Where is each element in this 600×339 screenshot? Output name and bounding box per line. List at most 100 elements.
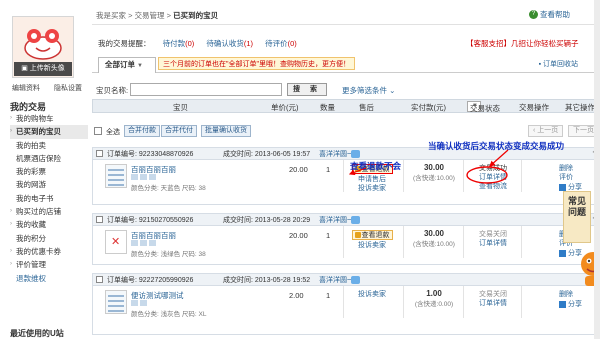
- order-checkbox[interactable]: [96, 276, 103, 283]
- after-sale-cell: 查看退款 投诉卖家: [346, 230, 398, 250]
- promo-link[interactable]: 【客服支招】几招让你轻松买辆子: [466, 38, 579, 49]
- chat-icon[interactable]: [351, 276, 360, 284]
- shipping-fee: (含快递:0.00): [414, 301, 454, 308]
- delete-link[interactable]: 删除: [559, 164, 599, 173]
- breadcrumb: 我是买家 > 交易管理 > 已买到的宝贝: [96, 11, 219, 20]
- seller-link[interactable]: 喜洋洋圆一: [319, 215, 354, 225]
- share-button[interactable]: 分享: [559, 300, 599, 309]
- annotation-status-change: 当确认收货后交易状态变成交易成功: [428, 141, 565, 151]
- order-card: 订单编号: 92233048870926 成交时间: 2013-06-05 19…: [92, 147, 600, 205]
- service-icons: [131, 174, 156, 180]
- chat-icon[interactable]: [351, 150, 360, 158]
- profile-links: 编辑资料 隐私设置: [12, 83, 82, 93]
- paid-amount: 30.00: [423, 163, 445, 172]
- table-header: 宝贝 单价(元) 数量 售后 实付款(元) 交易状态 ▼ 交易操作 其它操作: [92, 99, 600, 113]
- broken-image-icon: ✕: [111, 236, 121, 248]
- item-name-input[interactable]: [130, 83, 282, 96]
- trade-state: 交易关闭: [479, 291, 507, 298]
- complain-seller-link[interactable]: 投诉卖家: [346, 241, 398, 250]
- trade-reminders: 我的交易提醒： 待付款(0) 待确认收货(1) 待评价(0): [98, 39, 297, 48]
- order-checkbox[interactable]: [96, 216, 103, 223]
- order-details-link[interactable]: 订单详情: [468, 173, 518, 182]
- sidebar-item-travel[interactable]: 机票酒店保险: [10, 152, 88, 165]
- complain-seller-link[interactable]: 投诉卖家: [346, 184, 398, 193]
- review-link[interactable]: 评价: [559, 173, 599, 182]
- breadcrumb-current: 已买到的宝贝: [173, 11, 219, 20]
- sidebar-item-ebooks[interactable]: 我的电子书: [10, 192, 88, 205]
- chevron-down-icon: ▼: [137, 63, 143, 69]
- service-icon: [131, 174, 138, 180]
- order-checkbox[interactable]: [96, 150, 103, 157]
- sidebar-item-auction[interactable]: 我的拍卖: [10, 139, 88, 152]
- sidebar-item-refunds[interactable]: 退款维权: [10, 272, 88, 285]
- main-content: 我是买家 > 交易管理 > 已买到的宝贝 ? 查看帮助 我的交易提醒： 待付款(0…: [88, 0, 600, 339]
- sidebar-item-cart[interactable]: › 我的购物车: [10, 112, 88, 125]
- sidebar-item-reviews[interactable]: › 评价管理: [10, 258, 88, 271]
- apply-after-sale-link[interactable]: 申请售后: [346, 175, 398, 184]
- reminder-pending-payment[interactable]: 待付款(0): [163, 39, 195, 48]
- more-filters-link[interactable]: 更多筛选条件 ⌄: [342, 85, 395, 96]
- col-after-sale: 售后: [359, 103, 374, 112]
- sidebar-item-favorites[interactable]: › 我的收藏: [10, 218, 88, 231]
- order-header: 订单编号: 92227205990926 成交时间: 2013-05-28 19…: [93, 274, 599, 286]
- order-details-link[interactable]: 订单详情: [468, 299, 518, 308]
- state-cell: 交易关闭 订单详情: [468, 230, 518, 248]
- col-unit-price: 单价(元): [271, 103, 299, 112]
- view-refund-button[interactable]: 查看退款: [351, 230, 393, 240]
- view-logistics-link[interactable]: 查看物流: [468, 182, 518, 191]
- help-link[interactable]: ? 查看帮助: [529, 9, 570, 20]
- chevron-down-icon: ⌄: [389, 86, 396, 95]
- order-time: 成交时间: 2013-06-05 19:57: [223, 151, 311, 158]
- sidebar-item-shops[interactable]: › 购买过的店铺: [10, 205, 88, 218]
- quantity: 1: [326, 231, 331, 240]
- sidebar-item-bought[interactable]: › 已买到的宝贝: [10, 125, 88, 139]
- order-item-row: ✕ 百丽百丽百丽 颜色分类: 浅绿色 尺码: 38 20.00 1 查看退款 投…: [93, 226, 599, 258]
- item-attributes: 颜色分类: 浅灰色 尺码: XL: [131, 311, 207, 318]
- reminder-pending-review[interactable]: 待评价(0): [265, 39, 297, 48]
- divider: [92, 24, 600, 25]
- order-tabs: 全部订单 ▼ 三个月前的订单也在"全部订单"里哦！查购物历史，更方便！ ▪ 订单回…: [92, 53, 600, 73]
- service-icon: [131, 300, 138, 306]
- faq-widget[interactable]: 常见问题: [563, 191, 591, 243]
- state-filter-select[interactable]: 交易状态 ▼: [467, 101, 500, 113]
- sidebar-item-lottery[interactable]: 我的彩票: [10, 165, 88, 178]
- unit-price: 2.00: [289, 291, 304, 300]
- shipping-fee: (含快递:10.00): [413, 175, 455, 182]
- upload-avatar-button[interactable]: ▣ 上传新头像: [14, 62, 72, 76]
- item-thumbnail-missing[interactable]: ✕: [105, 230, 127, 254]
- batch-toolbar: 全选 合并付款 合并代付 批量确认收货 ‹ 上一页 下一页 ›: [92, 125, 600, 138]
- select-all-checkbox[interactable]: [94, 127, 102, 135]
- breadcrumb-home[interactable]: 我是买家: [96, 11, 126, 20]
- reminder-pending-receipt[interactable]: 待确认收货(1): [206, 39, 253, 48]
- prev-page-button[interactable]: ‹ 上一页: [528, 125, 564, 137]
- item-thumbnail[interactable]: [105, 164, 127, 188]
- scrollbar[interactable]: [594, 0, 600, 339]
- order-time: 成交时间: 2013-05-28 19:52: [223, 277, 311, 284]
- batch-confirm-button[interactable]: 批量确认收货: [201, 125, 251, 137]
- item-thumbnail[interactable]: [105, 290, 127, 314]
- seller-link[interactable]: 喜洋洋圆一: [319, 275, 354, 285]
- order-details-link[interactable]: 订单详情: [468, 239, 518, 248]
- merge-pay-button[interactable]: 合并付款: [124, 125, 160, 137]
- complain-seller-link[interactable]: 投诉卖家: [346, 290, 398, 299]
- avatar[interactable]: ▣ 上传新头像: [12, 16, 74, 78]
- merge-proxy-pay-button[interactable]: 合并代付: [161, 125, 197, 137]
- annotation-view-refund: 查看退款不会: [350, 161, 402, 171]
- search-button[interactable]: 搜 索: [287, 83, 327, 96]
- tab-all-orders[interactable]: 全部订单 ▼: [98, 57, 156, 73]
- breadcrumb-trade[interactable]: 交易管理: [135, 11, 165, 20]
- order-card: 订单编号: 92227205990926 成交时间: 2013-05-28 19…: [92, 273, 600, 335]
- sidebar-item-points[interactable]: 我的积分: [10, 232, 88, 245]
- sidebar-item-coupons[interactable]: › 我的优惠卡券: [10, 245, 88, 258]
- refund-bag-icon: [354, 232, 361, 238]
- seller-link[interactable]: 喜洋洋圆一: [319, 149, 354, 159]
- order-number: 订单编号: 92233048870926: [107, 151, 194, 158]
- sidebar-item-games[interactable]: 我的网游: [10, 178, 88, 191]
- recycle-bin-link[interactable]: ▪ 订单回收站: [539, 59, 578, 69]
- privacy-settings-link[interactable]: 隐私设置: [54, 83, 82, 93]
- share-icon: [559, 301, 566, 308]
- chat-icon[interactable]: [351, 216, 360, 224]
- service-icon: [140, 174, 147, 180]
- delete-link[interactable]: 删除: [559, 290, 599, 299]
- edit-profile-link[interactable]: 编辑资料: [12, 83, 40, 93]
